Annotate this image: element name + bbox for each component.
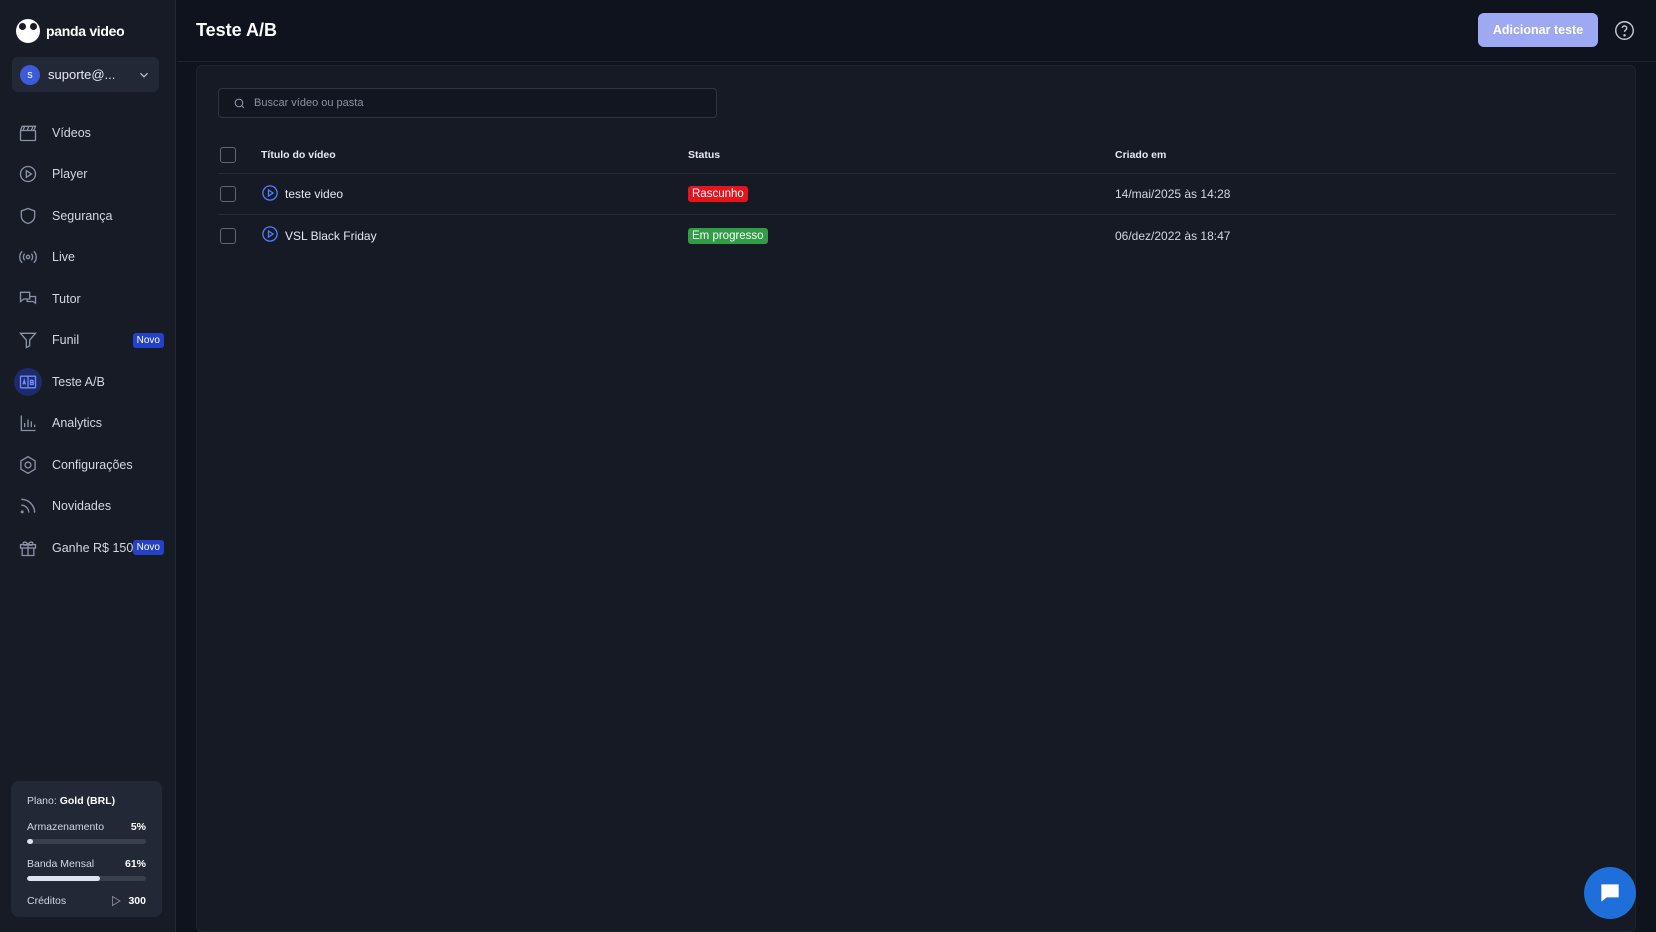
active-indicator: [14, 367, 42, 396]
sidebar-item-label: Player: [52, 167, 88, 182]
sidebar-item-live[interactable]: Live: [0, 237, 176, 279]
sidebar-item-label: Novidades: [52, 499, 112, 514]
video-title-cell: VSL Black Friday: [261, 225, 377, 246]
play-circle-icon[interactable]: [261, 184, 279, 205]
broadcast-icon: [19, 250, 37, 264]
main-panel: Título do vídeo Status Criado em teste v…: [196, 65, 1636, 932]
column-header-title: Título do vídeo: [261, 148, 336, 161]
plan-usage-card: Plano: Gold (BRL) Armazenamento 5% Banda…: [11, 781, 162, 917]
status-badge: Rascunho: [688, 186, 748, 202]
sidebar-item-referral[interactable]: Ganhe R$ 150 Novo: [0, 527, 176, 569]
sidebar-item-label: Funil: [52, 333, 80, 348]
ab-test-icon: [19, 375, 37, 389]
bandwidth-meter-fill: [27, 876, 100, 881]
sidebar-item-label: Teste A/B: [52, 374, 105, 389]
chat-bubbles-icon: [19, 291, 37, 305]
account-label: suporte@...: [48, 67, 116, 82]
sidebar-item-analytics[interactable]: Analytics: [0, 403, 176, 445]
created-date: 06/dez/2022 às 18:47: [1115, 228, 1231, 243]
storage-meter: [27, 839, 146, 844]
gift-icon: [19, 541, 37, 556]
sidebar-item-label: Analytics: [52, 416, 103, 431]
storage-row: Armazenamento 5%: [27, 821, 146, 833]
chat-icon: [1601, 884, 1619, 902]
select-all-checkbox[interactable]: [220, 146, 236, 163]
rss-icon: [20, 498, 36, 514]
clapperboard-icon: [19, 125, 37, 141]
gear-icon: [20, 455, 36, 474]
play-circle-icon[interactable]: [261, 225, 279, 246]
sidebar-item-label: Live: [52, 250, 75, 265]
sidebar-item-label: Configurações: [52, 457, 133, 472]
bandwidth-meter: [27, 876, 146, 881]
brand-logo[interactable]: panda video: [16, 18, 125, 44]
storage-meter-fill: [27, 839, 33, 844]
plan-title: Plano: Gold (BRL): [27, 795, 146, 807]
video-title-cell: teste video: [261, 184, 343, 205]
storage-label: Armazenamento: [27, 821, 105, 833]
top-bar: Teste A/B Adicionar teste: [177, 0, 1656, 62]
storage-value: 5%: [130, 821, 146, 833]
sidebar-item-label: Segurança: [52, 208, 113, 223]
credits-amount: 300: [128, 895, 146, 907]
sidebar-item-settings[interactable]: Configurações: [0, 444, 176, 486]
video-title[interactable]: teste video: [285, 187, 343, 201]
sidebar-nav: Vídeos Player Segurança Live Tutor Funil…: [0, 112, 176, 569]
avatar: s: [20, 64, 40, 85]
search-icon: [234, 98, 245, 108]
sidebar-item-news[interactable]: Novidades: [0, 486, 176, 528]
help-circle-icon: [1615, 21, 1634, 40]
search-input[interactable]: [254, 97, 694, 109]
plan-prefix: Plano:: [27, 795, 57, 807]
search-box[interactable]: [218, 88, 717, 118]
column-header-status: Status: [688, 148, 721, 161]
table-header: Título do vídeo Status Criado em: [218, 136, 1616, 174]
play-triangle-icon: [112, 895, 122, 907]
sidebar-item-security[interactable]: Segurança: [0, 195, 176, 237]
sidebar-item-ab-test[interactable]: Teste A/B: [0, 361, 176, 403]
plan-name: Gold (BRL): [59, 795, 116, 807]
support-chat-button[interactable]: [1584, 867, 1636, 919]
table-row[interactable]: VSL Black Friday Em progresso 06/dez/202…: [218, 215, 1616, 256]
shield-icon: [20, 207, 36, 224]
created-date: 14/mai/2025 às 14:28: [1115, 187, 1231, 201]
row-checkbox[interactable]: [220, 227, 236, 244]
play-circle-icon: [19, 166, 37, 183]
credits-value: 300: [110, 895, 146, 907]
new-badge: Novo: [132, 332, 164, 348]
table-row[interactable]: teste video Rascunho 14/mai/2025 às 14:2…: [218, 174, 1616, 215]
sidebar: panda video s suporte@... Vídeos Player …: [0, 0, 176, 932]
status-cell: Em progresso: [688, 227, 768, 244]
sidebar-item-tutor[interactable]: Tutor: [0, 278, 176, 320]
sidebar-item-videos[interactable]: Vídeos: [0, 112, 176, 154]
sidebar-item-funil[interactable]: Funil Novo: [0, 320, 176, 362]
bandwidth-row: Banda Mensal 61%: [27, 858, 146, 870]
add-test-button[interactable]: Adicionar teste: [1478, 13, 1598, 47]
credits-label: Créditos: [27, 895, 67, 907]
status-cell: Rascunho: [688, 186, 748, 202]
bandwidth-label: Banda Mensal: [27, 858, 95, 870]
funnel-icon: [19, 332, 37, 349]
help-button[interactable]: [1614, 20, 1635, 41]
panda-logo-icon: [16, 19, 40, 43]
account-switcher[interactable]: s suporte@...: [12, 57, 159, 92]
page-title: Teste A/B: [196, 20, 278, 40]
sidebar-item-label: Vídeos: [52, 125, 91, 140]
status-badge: Em progresso: [688, 227, 768, 244]
tests-table: Título do vídeo Status Criado em teste v…: [218, 136, 1616, 256]
sidebar-item-player[interactable]: Player: [0, 154, 176, 196]
chevron-down-icon: [140, 72, 148, 78]
bar-chart-icon: [20, 415, 36, 432]
column-header-created: Criado em: [1115, 148, 1167, 161]
row-checkbox[interactable]: [220, 186, 236, 202]
brand-name: panda video: [46, 23, 125, 39]
sidebar-item-label: Tutor: [52, 291, 81, 306]
sidebar-item-label: Ganhe R$ 150: [52, 540, 134, 555]
video-title[interactable]: VSL Black Friday: [285, 229, 377, 243]
bandwidth-value: 61%: [124, 858, 146, 870]
new-badge: Novo: [132, 540, 164, 556]
credits-row: Créditos 300: [27, 895, 146, 907]
